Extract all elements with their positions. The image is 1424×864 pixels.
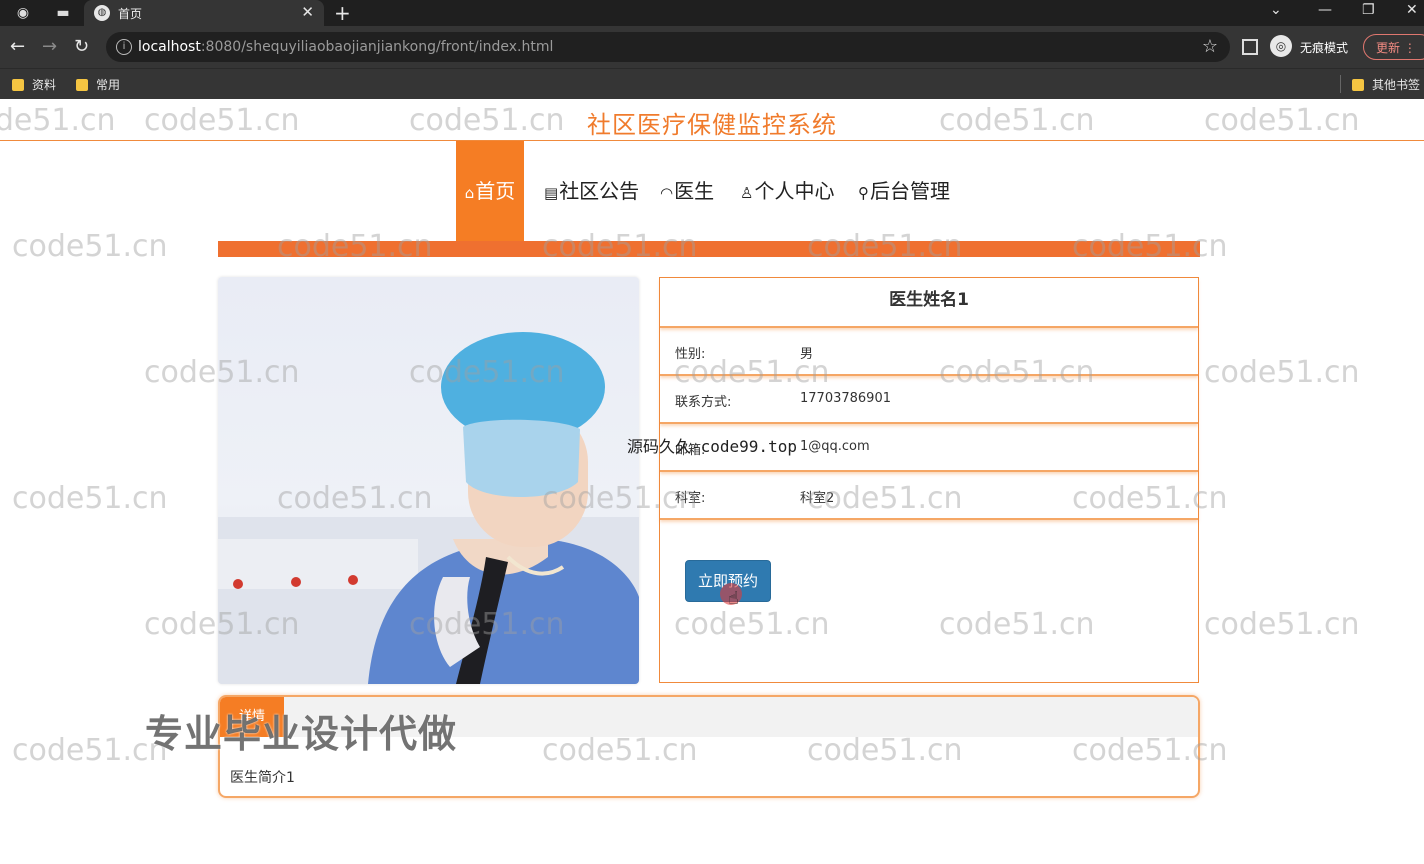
overlay-watermark: 源码久久-code99.top [627, 437, 797, 456]
update-label: 更新 [1376, 41, 1401, 55]
window-close-icon[interactable]: ✕ [1406, 2, 1418, 18]
browser-toolbar: ← → ↻ i localhost:8080/shequyiliaobaojia… [0, 26, 1424, 68]
department-value: 科室2 [800, 491, 835, 506]
home-icon: ⌂ [464, 184, 475, 202]
watermark-text: code51.cn [12, 481, 168, 516]
bookmarks-divider [1340, 75, 1341, 93]
promo-watermark: 专业毕业设计代做 [145, 712, 458, 756]
nav-item-profile[interactable]: ♙个人中心 [740, 141, 834, 241]
bookmarks-bar: 资料 常用 其他书签 [0, 68, 1424, 100]
watermark-text: code51.cn [1204, 355, 1360, 390]
dashboard-icon: ◠ [660, 184, 674, 202]
restore-icon[interactable]: ❐ [1362, 2, 1375, 18]
watermark-text: code51.cn [12, 229, 168, 264]
email-value: 1@qq.com [800, 439, 870, 454]
url-path: :8080/shequyiliaobaojianjiankong/front/i… [200, 39, 554, 55]
nav-label: 个人中心 [754, 179, 835, 203]
nav-label: 后台管理 [870, 179, 950, 203]
doctor-illustration [218, 332, 639, 684]
nav-underline-bar [218, 241, 1200, 257]
nav-label: 社区公告 [559, 179, 640, 203]
tab-title: 首页 [118, 7, 143, 21]
doctor-name: 医生姓名1 [660, 278, 1198, 328]
bookmark-folder-changyong[interactable]: 常用 [76, 76, 120, 93]
browser-tab-active[interactable]: ◍ 首页 ✕ [84, 0, 324, 26]
bookmark-folder-ziliao[interactable]: 资料 [12, 76, 56, 93]
browser-tab-strip: ◉ ▬ ◍ 首页 ✕ + ⌄ — ❐ ✕ [0, 0, 1424, 26]
url-host: localhost [138, 39, 201, 55]
minimize-icon[interactable]: — [1318, 2, 1332, 18]
folder-icon [1352, 79, 1364, 91]
doctor-photo [218, 277, 639, 684]
site-header: 社区医疗保健监控系统 [0, 99, 1424, 141]
phone-label: 联系方式: [675, 395, 732, 410]
folder-icon [12, 79, 24, 91]
tab-search-icon[interactable]: ⌄ [1270, 2, 1282, 18]
globe-icon: ◍ [94, 5, 110, 21]
url-text[interactable]: localhost:8080/shequyiliaobaojianjiankon… [138, 39, 553, 55]
nav-item-notice[interactable]: ▤社区公告 [544, 141, 639, 241]
nav-item-admin[interactable]: ⚲后台管理 [858, 141, 950, 241]
browser-menu-icon[interactable]: ◉ [14, 4, 32, 22]
phone-value: 17703786901 [800, 391, 891, 406]
nav-label: 首页 [475, 179, 516, 203]
reload-icon[interactable]: ↻ [74, 36, 89, 58]
notice-icon: ▤ [544, 184, 559, 202]
web-page: 社区医疗保健监控系统 ⌂首页 ▤社区公告 ◠医生 ♙个人中心 ⚲后台管理 医生姓… [0, 99, 1424, 864]
bookmark-label: 资料 [32, 78, 57, 92]
other-bookmarks[interactable]: 其他书签 [1352, 76, 1420, 93]
close-tab-icon[interactable]: ✕ [301, 3, 314, 21]
back-icon[interactable]: ← [10, 36, 25, 58]
incognito-label: 无痕模式 [1300, 41, 1349, 55]
site-title: 社区医疗保健监控系统 [587, 111, 837, 139]
watermark-text: code51.cn [1204, 607, 1360, 642]
bookmark-star-icon[interactable]: ☆ [1202, 36, 1218, 57]
site-info-icon[interactable]: i [116, 39, 132, 55]
info-row-gender: 性别: 男 [660, 328, 1198, 376]
update-button[interactable]: 更新 ⋮ [1363, 34, 1424, 60]
tab-overview-icon[interactable]: ▬ [54, 4, 72, 22]
department-label: 科室: [675, 491, 706, 506]
new-tab-icon[interactable]: + [334, 1, 351, 25]
doctor-info-panel: 医生姓名1 性别: 男 联系方式: 17703786901 邮箱: 1@qq.c… [659, 277, 1199, 683]
bookmark-label: 其他书签 [1372, 78, 1421, 92]
hand-cursor-icon: ☝ [728, 588, 739, 609]
doctor-intro: 医生简介1 [230, 770, 295, 786]
incognito-icon: ◎ [1270, 35, 1292, 57]
gender-value: 男 [800, 347, 814, 362]
bookmark-label: 常用 [96, 78, 121, 92]
info-row-department: 科室: 科室2 [660, 472, 1198, 520]
nav-item-doctor[interactable]: ◠医生 [660, 141, 714, 241]
address-bar[interactable]: i localhost:8080/shequyiliaobaojianjiank… [106, 32, 1230, 62]
nav-label: 医生 [674, 179, 715, 203]
user-icon: ♙ [740, 184, 754, 202]
nav-item-home[interactable]: ⌂首页 [456, 141, 524, 241]
info-row-phone: 联系方式: 17703786901 [660, 376, 1198, 424]
folder-icon [76, 79, 88, 91]
forward-icon[interactable]: → [42, 36, 57, 58]
gender-label: 性别: [675, 347, 706, 362]
side-panel-icon[interactable] [1242, 39, 1258, 55]
link-icon: ⚲ [858, 184, 869, 202]
